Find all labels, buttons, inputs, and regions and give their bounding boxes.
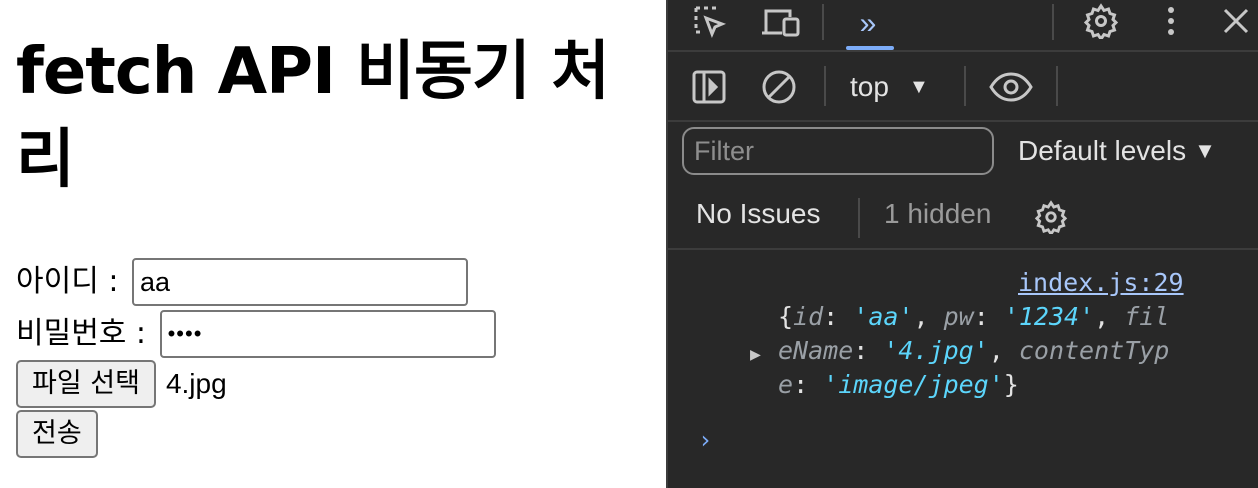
device-toolbar-icon[interactable] <box>758 2 804 42</box>
filter-bar: Filter Default levels ▼ <box>668 122 1258 186</box>
log-token: } <box>1003 370 1019 399</box>
password-row: 비밀번호 : •••• <box>16 310 496 358</box>
log-object-line[interactable]: {id: 'aa', pw: '1234', fil <box>778 300 1169 333</box>
log-key: id <box>793 302 824 331</box>
source-link[interactable]: index.js:29 <box>1018 266 1184 299</box>
console-prompt-icon[interactable]: › <box>698 424 712 457</box>
separator <box>1052 4 1054 40</box>
separator <box>1056 66 1058 106</box>
log-levels-label: Default levels <box>1018 135 1187 166</box>
log-value: 'image/jpeg' <box>823 370 1004 399</box>
gear-icon[interactable] <box>1030 196 1072 238</box>
separator <box>964 66 966 106</box>
kebab-menu-icon[interactable] <box>1156 0 1186 42</box>
page-title: fetch API 비동기 처리 <box>16 35 610 197</box>
id-label: 아이디 : <box>16 264 128 299</box>
log-value: '4.jpg' <box>883 336 989 365</box>
inspect-element-icon[interactable] <box>690 2 730 42</box>
sidebar-toggle-icon[interactable] <box>688 66 730 108</box>
log-key: contentTyp <box>1018 336 1170 365</box>
clear-console-icon[interactable] <box>758 66 800 108</box>
context-selector[interactable]: top ▼ <box>850 66 929 108</box>
separator <box>822 4 824 40</box>
eye-icon[interactable] <box>986 66 1036 108</box>
console-toolbar: top ▼ <box>668 52 1258 122</box>
context-label: top <box>850 71 889 102</box>
console-output: index.js:29 ▶ {id: 'aa', pw: '1234', fil… <box>668 252 1258 488</box>
gear-icon[interactable] <box>1080 0 1122 42</box>
log-key: e <box>778 370 794 399</box>
file-row: 파일 선택 4.jpg <box>16 360 227 408</box>
close-icon[interactable] <box>1216 0 1256 42</box>
web-page: fetch API 비동기 처리 아이디 : aa 비밀번호 : •••• 파일… <box>0 0 666 488</box>
issues-status[interactable]: No Issues <box>696 198 821 230</box>
more-tabs-icon[interactable]: » <box>844 0 892 48</box>
log-key: fil <box>1124 302 1170 331</box>
log-levels-dropdown[interactable]: Default levels ▼ <box>1018 127 1216 175</box>
password-label: 비밀번호 : <box>16 316 156 351</box>
log-value: 'aa' <box>853 302 914 331</box>
separator <box>858 198 860 238</box>
expand-triangle-icon[interactable]: ▶ <box>750 338 761 371</box>
id-input[interactable]: aa <box>131 258 468 306</box>
separator <box>824 66 826 106</box>
filter-input[interactable]: Filter <box>682 127 994 175</box>
hidden-count[interactable]: 1 hidden <box>884 198 991 230</box>
log-object-line[interactable]: e: 'image/jpeg'} <box>778 368 1019 401</box>
active-tab-indicator <box>846 46 894 50</box>
selected-file-name: 4.jpg <box>165 368 227 399</box>
issues-bar: No Issues 1 hidden <box>668 186 1258 250</box>
caret-down-icon: ▼ <box>908 75 929 98</box>
submit-row: 전송 <box>16 410 98 458</box>
log-key: eName <box>778 336 854 365</box>
log-key: pw <box>943 302 974 331</box>
devtools-panel: » top ▼ Filter Default levels ▼ No Issue… <box>666 0 1258 488</box>
password-input[interactable]: •••• <box>159 310 496 358</box>
submit-button[interactable]: 전송 <box>16 410 98 458</box>
caret-down-icon: ▼ <box>1194 138 1216 163</box>
id-row: 아이디 : aa <box>16 258 468 306</box>
log-token: { <box>778 302 794 331</box>
devtools-tab-bar: » <box>668 0 1258 52</box>
log-object-line[interactable]: eName: '4.jpg', contentTyp <box>778 334 1169 367</box>
log-value: '1234' <box>1003 302 1095 331</box>
file-select-button[interactable]: 파일 선택 <box>16 360 156 408</box>
